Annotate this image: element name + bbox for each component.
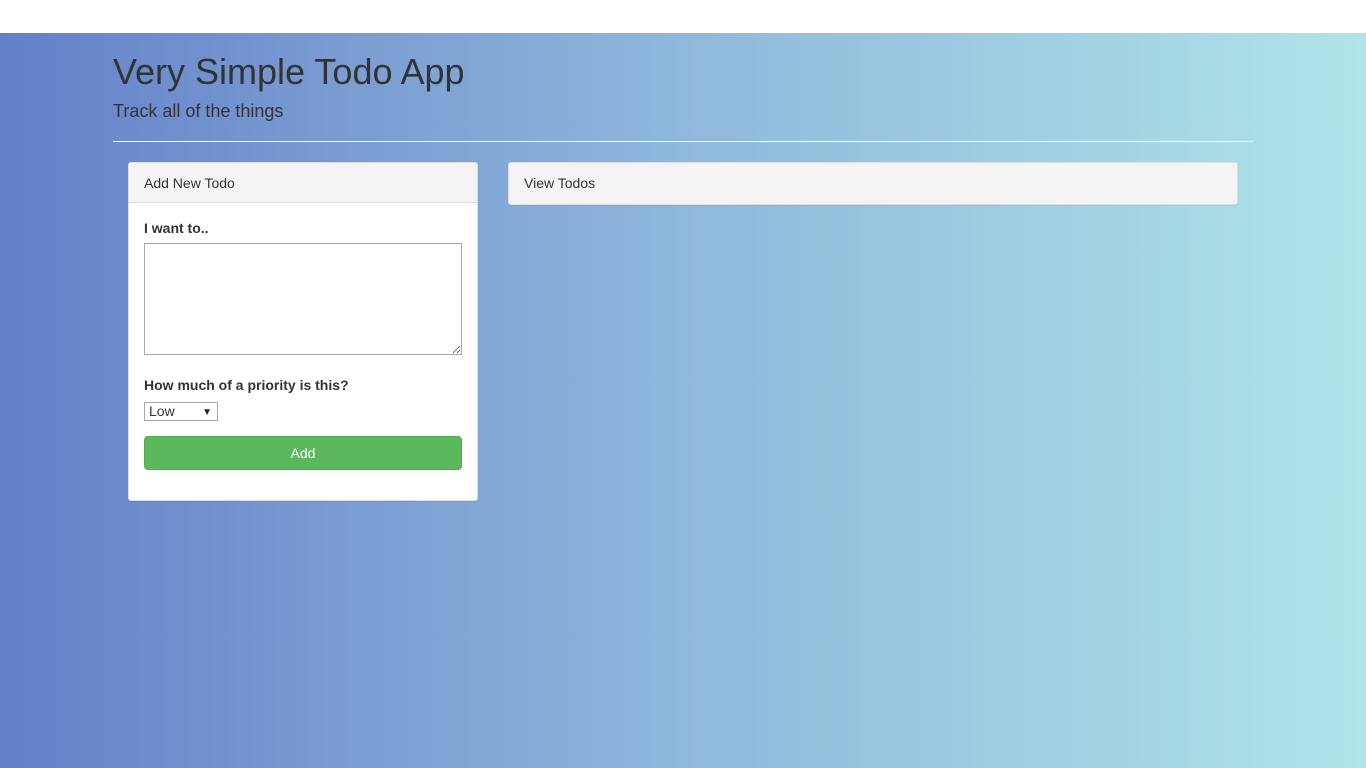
page-title: Very Simple Todo App: [113, 51, 465, 92]
view-todos-panel-heading: View Todos: [509, 163, 1237, 204]
view-todos-panel: View Todos: [508, 162, 1238, 205]
todo-text-label: I want to..: [144, 220, 209, 236]
chevron-down-icon: ▼: [202, 407, 212, 418]
todo-text-input[interactable]: [144, 243, 462, 355]
priority-select-value: Low: [149, 403, 175, 419]
header-divider: [113, 141, 1253, 142]
add-button[interactable]: Add: [144, 436, 462, 470]
add-todo-form: I want to.. How much of a priority is th…: [129, 203, 477, 470]
add-todo-panel: Add New Todo I want to.. How much of a p…: [128, 162, 478, 501]
top-white-strip: [0, 0, 1366, 33]
priority-label: How much of a priority is this?: [144, 377, 349, 393]
priority-select[interactable]: Low ▼: [144, 402, 218, 421]
add-todo-panel-heading: Add New Todo: [129, 163, 477, 203]
page-subtitle: Track all of the things: [113, 101, 284, 121]
